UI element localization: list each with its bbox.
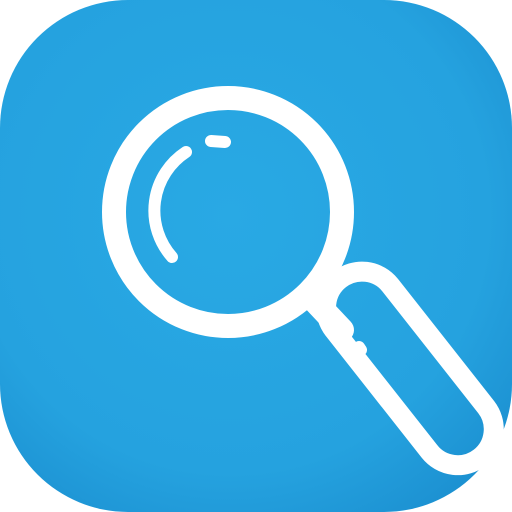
handle-dot <box>353 341 367 356</box>
icon-tile-background <box>0 0 512 512</box>
search-app-icon[interactable] <box>0 0 512 512</box>
lens-glare-dash <box>205 135 231 148</box>
search-icon-graphic <box>0 0 512 512</box>
